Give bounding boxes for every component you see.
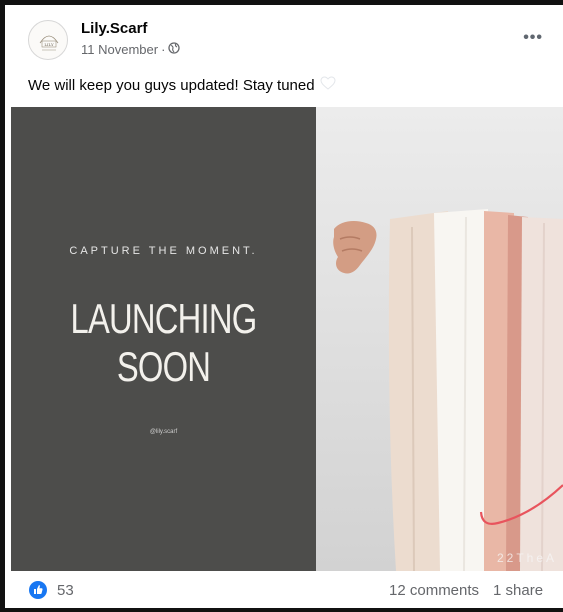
image-handle: @lily.scarf [149, 429, 178, 435]
heart-emoji-icon [319, 75, 337, 95]
facebook-post-card: LILY Lily.Scarf 11 November · ••• We wil… [5, 5, 563, 608]
post-stats-bar: 53 12 comments 1 share [5, 571, 563, 608]
shares-count-link[interactable]: 1 share [493, 582, 543, 599]
like-icon[interactable] [29, 581, 47, 599]
page-name-link[interactable]: Lily.Scarf [81, 20, 147, 37]
scarf-photo: 22TheA [316, 107, 563, 571]
comments-count-link[interactable]: 12 comments [389, 582, 479, 599]
post-caption: We will keep you guys updated! Stay tune… [28, 75, 337, 95]
image-headline: LAUNCHING SOON [45, 295, 283, 391]
image-tagline: CAPTURE THE MOMENT. [69, 245, 258, 257]
post-meta: 11 November · [81, 42, 181, 57]
globe-icon [168, 42, 181, 57]
headline-line-2: SOON [116, 343, 211, 390]
photo-watermark: 22TheA [496, 551, 557, 565]
post-date-link[interactable]: 11 November [81, 42, 158, 57]
lily-logo-icon: LILY [39, 35, 59, 51]
headline-line-1: LAUNCHING [70, 295, 258, 342]
post-caption-text: We will keep you guys updated! Stay tune… [28, 76, 315, 94]
svg-text:LILY: LILY [44, 42, 54, 47]
reaction-count[interactable]: 53 [57, 582, 74, 599]
page-avatar[interactable]: LILY [28, 20, 68, 60]
scarves-illustration [333, 209, 563, 571]
more-options-icon[interactable]: ••• [523, 29, 543, 47]
meta-separator: · [161, 42, 166, 57]
post-image[interactable]: CAPTURE THE MOMENT. LAUNCHING SOON @lily… [11, 107, 563, 571]
announcement-panel: CAPTURE THE MOMENT. LAUNCHING SOON @lily… [11, 107, 316, 571]
